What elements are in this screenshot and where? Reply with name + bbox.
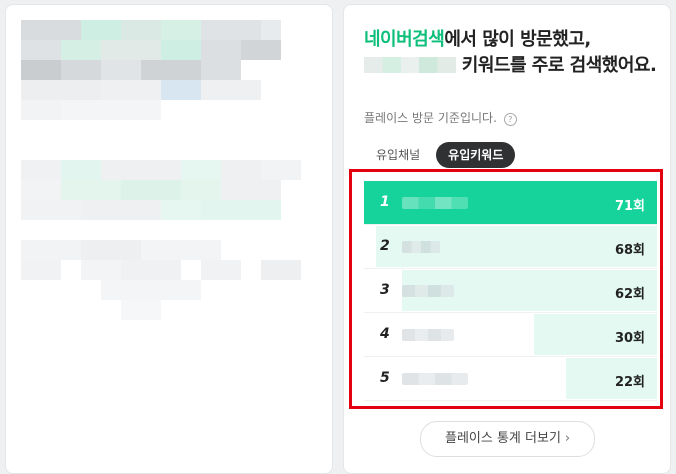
subnote: 플레이스 방문 기준입니다. ? [364, 109, 517, 126]
keyword-rank-list: 1 71회 2 68회 3 62회 4 30회 5 22회 [364, 181, 657, 401]
keyword-rank: 5 [380, 370, 390, 386]
keyword-count: 71회 [614, 199, 645, 214]
redacted-block [261, 260, 301, 280]
redacted-block [221, 160, 261, 180]
redacted-block [21, 160, 61, 180]
redacted-block [201, 260, 241, 280]
redacted-block [201, 200, 281, 220]
redacted-block [141, 240, 221, 260]
redacted-block [101, 160, 181, 180]
redacted-keyword [402, 197, 468, 209]
redacted-block [121, 300, 161, 320]
redacted-block [161, 20, 201, 40]
chevron-right-icon: › [564, 431, 571, 446]
redacted-block [101, 40, 161, 60]
redacted-block [161, 80, 201, 100]
redacted-block [81, 240, 141, 260]
redacted-block [121, 180, 181, 200]
redacted-keyword [402, 241, 440, 253]
keyword-rank: 4 [380, 326, 390, 342]
redacted-block [201, 20, 261, 40]
redacted-block [61, 60, 101, 80]
redacted-block [261, 20, 281, 40]
redacted-block [21, 200, 81, 220]
redacted-block [21, 260, 61, 280]
redacted-block [201, 80, 261, 100]
more-stats-button[interactable]: 플레이스 통계 더보기 › [420, 421, 596, 457]
redacted-block [81, 20, 121, 40]
more-stats-label: 플레이스 통계 더보기 [445, 431, 561, 446]
redacted-block [261, 160, 301, 180]
tab-group: 유입채널 유입키워드 [364, 142, 516, 168]
redacted-block [61, 160, 101, 180]
redacted-block [181, 180, 221, 200]
redacted-block [21, 20, 81, 40]
keyword-rank: 3 [380, 282, 390, 298]
redacted-block [61, 40, 101, 60]
keyword-row-2[interactable]: 2 68회 [364, 225, 657, 269]
redacted-block [61, 180, 121, 200]
tab-inflow-channel[interactable]: 유입채널 [364, 142, 432, 168]
redacted-block [21, 180, 61, 200]
redacted-block [81, 260, 121, 280]
redacted-block [21, 80, 101, 100]
redacted-keyword [402, 285, 454, 297]
redacted-block [141, 60, 201, 80]
keyword-count: 22회 [614, 375, 645, 390]
headline-part1: 에서 많이 방문했고, [444, 29, 591, 50]
redacted-keyword [402, 373, 468, 385]
keyword-row-5[interactable]: 5 22회 [364, 357, 657, 401]
keyword-row-4[interactable]: 4 30회 [364, 313, 657, 357]
keyword-count: 62회 [614, 287, 645, 302]
redacted-block [101, 280, 201, 300]
redacted-block [101, 80, 161, 100]
redacted-block [101, 60, 141, 80]
redacted-block [21, 40, 61, 60]
left-panel-card [5, 4, 333, 474]
tab-inflow-keyword[interactable]: 유입키워드 [436, 142, 516, 168]
keyword-count: 68회 [614, 243, 645, 258]
redacted-block [221, 180, 281, 200]
redacted-keyword [364, 57, 456, 73]
keyword-rank: 1 [380, 194, 390, 210]
redacted-block [201, 40, 241, 60]
redacted-block [241, 40, 281, 60]
redacted-block [121, 260, 181, 280]
keyword-rank: 2 [380, 238, 390, 254]
question-circle-icon[interactable]: ? [503, 113, 517, 126]
keyword-stats-card: 네이버검색에서 많이 방문했고, 키워드를 주로 검색했어요. 플레이스 방문 … [343, 4, 671, 474]
redacted-block [21, 60, 61, 80]
redacted-block [161, 200, 201, 220]
headline-accent: 네이버검색 [364, 29, 445, 50]
redacted-keyword [402, 329, 454, 341]
redacted-block [181, 160, 221, 180]
redacted-block [61, 100, 161, 120]
redacted-block [81, 200, 161, 220]
redacted-block [161, 40, 201, 60]
redacted-block [21, 240, 81, 260]
keyword-count: 30회 [614, 331, 645, 346]
redacted-block [201, 60, 241, 80]
keyword-row-3[interactable]: 3 62회 [364, 269, 657, 313]
card-headline: 네이버검색에서 많이 방문했고, 키워드를 주로 검색했어요. [364, 27, 659, 79]
redacted-block [121, 20, 161, 40]
redacted-block [21, 100, 61, 120]
keyword-row-1[interactable]: 1 71회 [364, 181, 657, 225]
headline-part2: 키워드를 주로 검색했어요. [456, 55, 657, 76]
subnote-text: 플레이스 방문 기준입니다. [364, 111, 497, 125]
